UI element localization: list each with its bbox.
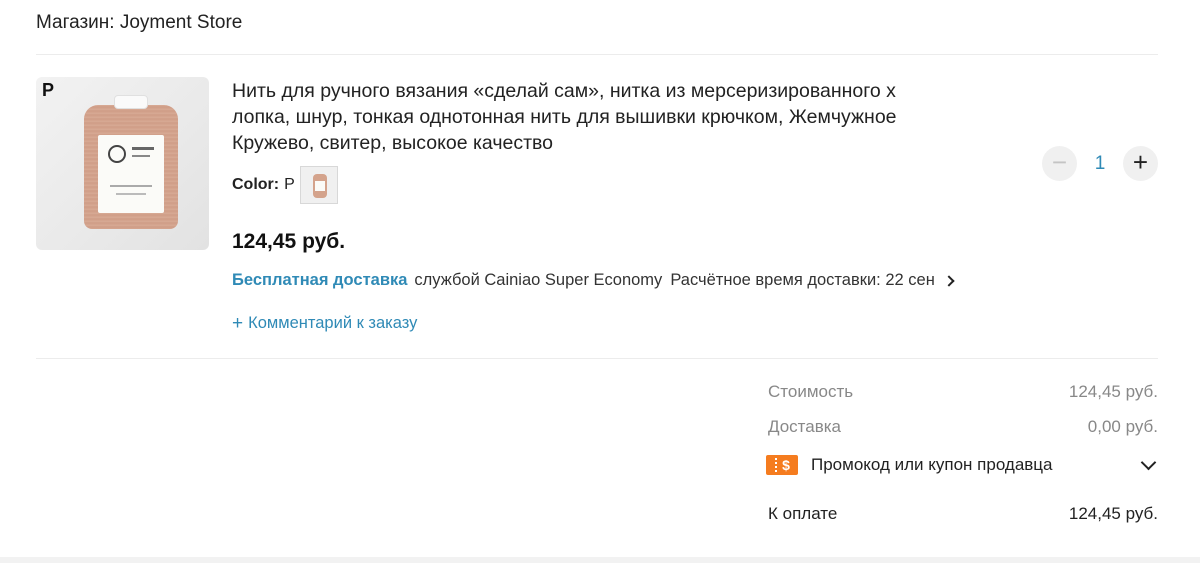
quantity-stepper: − 1 + bbox=[1042, 146, 1158, 181]
delivery-row: Доставка 0,00 руб. bbox=[768, 417, 1158, 437]
cost-row: Стоимость 124,45 руб. bbox=[768, 382, 1158, 402]
quantity-value: 1 bbox=[1094, 152, 1106, 174]
promo-code-dropdown[interactable]: $ Промокод или купон продавца bbox=[766, 454, 1164, 475]
coupon-icon: $ bbox=[766, 455, 798, 475]
divider bbox=[36, 54, 1158, 55]
shipping-info[interactable]: Бесплатная доставка службой Cainiao Supe… bbox=[232, 271, 955, 290]
spool-label-graphic bbox=[98, 135, 164, 213]
color-value: P bbox=[284, 176, 295, 193]
product-price: 124,45 руб. bbox=[232, 230, 346, 253]
variant-letter: P bbox=[42, 80, 55, 100]
increase-quantity-button[interactable]: + bbox=[1123, 146, 1158, 181]
chevron-down-icon[interactable] bbox=[1140, 454, 1157, 470]
total-row: К оплате 124,45 руб. bbox=[768, 504, 1158, 524]
plus-icon: + bbox=[1132, 147, 1149, 177]
delivery-label: Доставка bbox=[768, 417, 842, 436]
spool-cap-graphic bbox=[114, 95, 148, 109]
free-shipping-label: Бесплатная доставка bbox=[232, 271, 408, 289]
cost-label: Стоимость bbox=[768, 382, 854, 401]
minus-icon: − bbox=[1051, 147, 1068, 177]
promo-code-label: Промокод или купон продавца bbox=[811, 455, 1053, 474]
shipping-carrier: службой Cainiao Super Economy bbox=[414, 271, 663, 289]
color-thumbnail[interactable] bbox=[299, 166, 338, 204]
color-selector: Color: P bbox=[232, 166, 338, 204]
product-title[interactable]: Нить для ручного вязания «сделай сам», н… bbox=[232, 78, 904, 156]
color-label: Color: bbox=[232, 176, 280, 193]
delivery-value: 0,00 руб. bbox=[1087, 417, 1158, 436]
order-comment-link[interactable]: + Комментарий к заказу bbox=[232, 314, 417, 333]
cost-value: 124,45 руб. bbox=[1068, 382, 1158, 401]
decrease-quantity-button[interactable]: − bbox=[1042, 146, 1077, 181]
store-name[interactable]: Магазин: Joyment Store bbox=[36, 12, 242, 34]
product-image[interactable]: P bbox=[36, 77, 209, 250]
order-comment-label: Комментарий к заказу bbox=[248, 314, 418, 332]
chevron-right-icon[interactable] bbox=[943, 274, 955, 287]
divider bbox=[36, 358, 1158, 359]
plus-icon: + bbox=[232, 313, 244, 334]
delivery-estimate: Расчётное время доставки: 22 сен bbox=[670, 271, 935, 289]
page-bottom-band bbox=[0, 557, 1200, 563]
total-value: 124,45 руб. bbox=[1068, 504, 1158, 523]
total-label: К оплате bbox=[768, 504, 838, 523]
